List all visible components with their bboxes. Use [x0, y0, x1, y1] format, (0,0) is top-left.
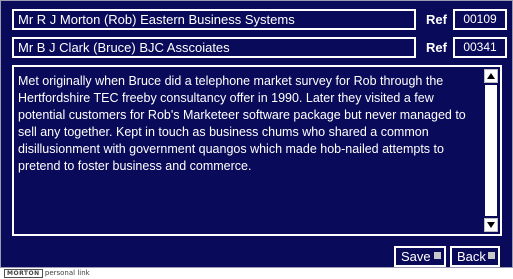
back-button[interactable]: Back	[450, 246, 500, 267]
contact-1-name-field[interactable]: Mr R J Morton (Rob) Eastern Business Sys…	[12, 9, 416, 30]
contact-2-name-field[interactable]: Mr B J Clark (Bruce) BJC Asscoiates	[12, 37, 416, 58]
brand-mark: MORTON	[4, 269, 43, 278]
arrow-up-icon	[487, 73, 495, 79]
contact-2-ref-label: Ref	[426, 40, 447, 55]
contact-link-window: Mr R J Morton (Rob) Eastern Business Sys…	[0, 0, 513, 268]
scroll-track[interactable]	[485, 85, 497, 216]
save-button[interactable]: Save	[394, 246, 446, 267]
scroll-down-button[interactable]	[484, 218, 498, 232]
back-button-indicator	[488, 252, 495, 259]
notes-textarea[interactable]: Met originally when Bruce did a telephon…	[12, 65, 502, 236]
save-button-label: Save	[401, 249, 431, 264]
arrow-down-icon	[487, 222, 495, 228]
contact-1-ref-field[interactable]: 00109	[453, 9, 507, 30]
contact-1-ref-label: Ref	[426, 12, 447, 27]
save-button-indicator	[434, 252, 441, 259]
brand-text: personal link	[44, 269, 90, 277]
scroll-up-button[interactable]	[484, 69, 498, 83]
notes-scrollbar[interactable]	[484, 69, 498, 232]
contact-2-ref-field[interactable]: 00341	[453, 37, 507, 58]
notes-text[interactable]: Met originally when Bruce did a telephon…	[18, 73, 482, 175]
back-button-label: Back	[457, 249, 486, 264]
brand-logo: MORTON personal link	[4, 269, 90, 278]
